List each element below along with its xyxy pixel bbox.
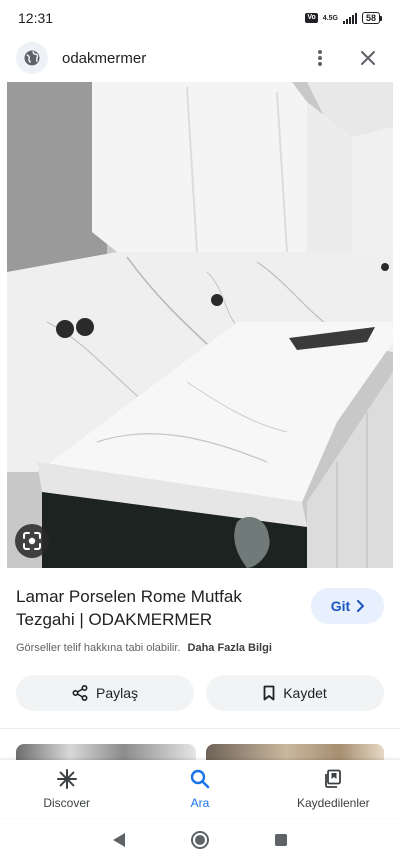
battery-level: 58 xyxy=(361,12,380,24)
recents-square-icon[interactable] xyxy=(274,833,288,852)
visit-label: Git xyxy=(330,598,351,614)
asterisk-icon xyxy=(56,768,77,790)
nav-discover[interactable]: Discover xyxy=(0,760,133,818)
share-icon xyxy=(72,685,88,701)
back-triangle-icon[interactable] xyxy=(112,832,126,853)
copyright-text: Görseller telif hakkına tabi olabilir. xyxy=(16,642,181,654)
signal-icon xyxy=(342,12,357,24)
nav-saved[interactable]: Kaydedilenler xyxy=(267,760,400,818)
more-vert-icon[interactable] xyxy=(304,42,336,74)
nav-discover-label: Discover xyxy=(43,796,90,810)
nav-search[interactable]: Ara xyxy=(133,760,266,818)
battery-icon: 58 xyxy=(361,12,382,24)
nav-search-label: Ara xyxy=(190,796,210,810)
nav-saved-label: Kaydedilenler xyxy=(296,796,370,810)
chevron-right-icon xyxy=(357,600,365,612)
home-circle-icon[interactable] xyxy=(190,830,210,855)
system-nav xyxy=(0,818,400,866)
more-info-link[interactable]: Daha Fazla Bilgi xyxy=(188,642,272,654)
volte-badge: Vo xyxy=(305,13,318,23)
save-label: Kaydet xyxy=(283,685,327,701)
search-icon xyxy=(190,768,210,790)
result-header: odakmermer xyxy=(0,36,400,80)
site-name[interactable]: odakmermer xyxy=(62,50,288,67)
status-time: 12:31 xyxy=(18,10,54,26)
google-lens-icon[interactable] xyxy=(15,524,49,558)
network-type: 4.5G xyxy=(322,14,338,22)
save-button[interactable]: Kaydet xyxy=(206,675,384,711)
status-indicators: Vo 4.5G 58 xyxy=(305,12,382,24)
visit-button[interactable]: Git xyxy=(311,588,384,624)
copyright-notice: Görseller telif hakkına tabi olabilir. D… xyxy=(16,642,272,654)
close-icon[interactable] xyxy=(352,42,384,74)
share-button[interactable]: Paylaş xyxy=(16,675,194,711)
globe-icon xyxy=(16,42,48,74)
status-bar: 12:31 Vo 4.5G 58 xyxy=(0,0,400,36)
result-image[interactable] xyxy=(7,82,393,568)
bottom-nav: Discover Ara Kaydedilenler xyxy=(0,760,400,818)
bookmark-icon xyxy=(263,685,275,701)
divider xyxy=(0,728,400,729)
share-label: Paylaş xyxy=(95,685,139,701)
collections-icon xyxy=(323,768,343,790)
result-title[interactable]: Lamar Porselen Rome Mutfak Tezgahi | ODA… xyxy=(16,585,296,631)
